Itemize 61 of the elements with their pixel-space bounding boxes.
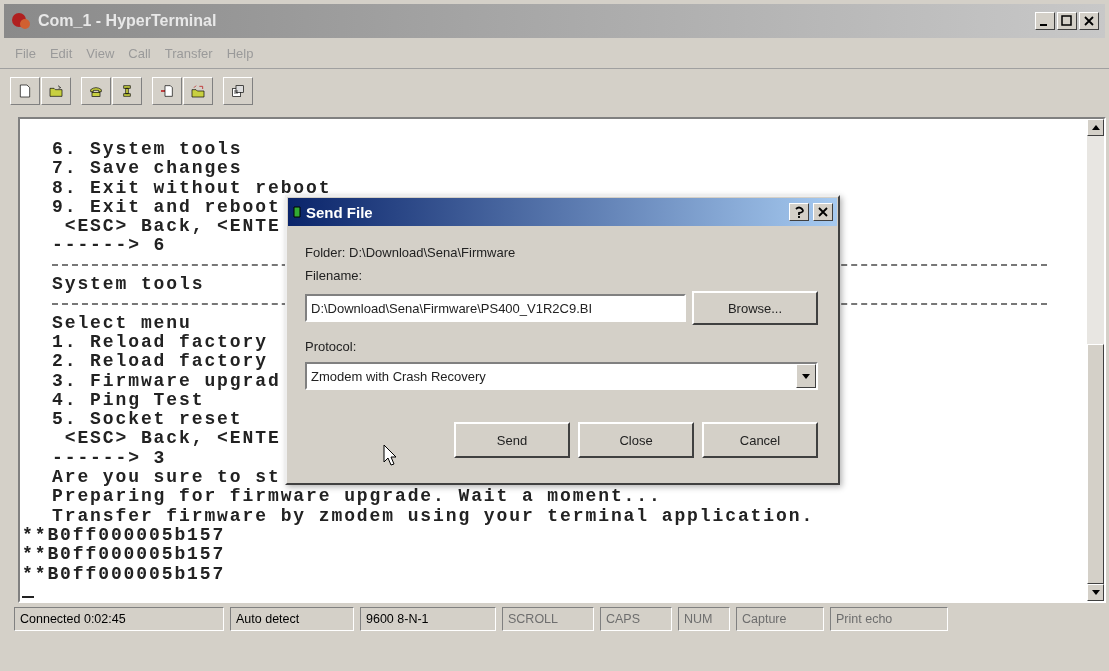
- scroll-thumb[interactable]: [1087, 344, 1104, 584]
- browse-button[interactable]: Browse...: [692, 291, 818, 325]
- window-title: Com_1 - HyperTerminal: [38, 12, 217, 30]
- terminal-line: 5. Socket reset: [51, 410, 243, 430]
- terminal-line: ------> 6: [51, 236, 167, 256]
- status-pane: Print echo: [830, 607, 948, 631]
- terminal-line: Preparing for firmware upgrade. Wait a moment...: [51, 487, 662, 507]
- terminal-line: 4. Ping Test: [51, 390, 205, 411]
- close-icon[interactable]: [813, 203, 833, 221]
- terminal-line: **B0ff000005b157: [21, 545, 226, 565]
- filename-label: Filename:: [305, 268, 364, 283]
- terminal-line: 6. System tools: [51, 140, 243, 160]
- dialog-button[interactable]: Send: [454, 422, 570, 458]
- status-pane: SCROLL: [502, 607, 594, 631]
- terminal-line: 1. Reload factory: [51, 332, 268, 353]
- terminal-line: Are you sure to st: [51, 468, 281, 488]
- scroll-up-icon[interactable]: [1091, 125, 1100, 130]
- protocol-dropdown[interactable]: Zmodem with Crash Recovery: [305, 362, 818, 390]
- help-icon[interactable]: [789, 203, 809, 221]
- scroll-down-icon[interactable]: [1091, 590, 1100, 595]
- terminal-line: 3. Firmware upgrad: [51, 371, 281, 391]
- folder-path: Folder: D:\Download\Sena\Firmware: [305, 245, 517, 260]
- dropdown-arrow-icon[interactable]: [802, 373, 810, 379]
- toolbar-button[interactable]: [81, 77, 111, 105]
- terminal-line: 8. Exit without reboot: [51, 178, 332, 198]
- terminal-line: ------> 3: [51, 448, 167, 469]
- close-icon[interactable]: [1079, 12, 1099, 30]
- toolbar-button[interactable]: [41, 77, 71, 105]
- terminal-line: System tools: [51, 275, 205, 295]
- app-icon: [10, 11, 32, 31]
- mouse-pointer-icon: [383, 444, 397, 466]
- terminal-line: Select menu: [51, 313, 192, 333]
- terminal-line: 2. Reload factory: [51, 352, 268, 372]
- toolbar-button[interactable]: [10, 77, 40, 105]
- dialog-title: Send File: [306, 203, 373, 221]
- protocol-label: Protocol:: [305, 339, 358, 354]
- status-pane: CAPS: [600, 607, 672, 631]
- filename-field[interactable]: D:\Download\Sena\Firmware\PS400_V1R2C9.BI: [305, 294, 686, 322]
- terminal-line: 7. Save changes: [51, 159, 243, 179]
- minimize-icon[interactable]: [1035, 12, 1055, 30]
- terminal-line: **B0ff000005b157: [21, 564, 226, 584]
- terminal-line: <ESC> Back, <ENTE: [63, 217, 281, 237]
- terminal-line: Transfer firmware by zmodem using your terminal application.: [51, 506, 815, 526]
- toolbar-button[interactable]: [112, 77, 142, 105]
- maximize-icon[interactable]: [1057, 12, 1077, 30]
- toolbar-button[interactable]: [152, 77, 182, 105]
- status-pane: Capture: [736, 607, 824, 631]
- scrollbar[interactable]: [1087, 119, 1104, 601]
- terminal-line: 9. Exit and reboot: [51, 197, 281, 218]
- dialog-button[interactable]: Close: [578, 422, 694, 458]
- toolbar-button[interactable]: [183, 77, 213, 105]
- status-pane: Connected 0:02:45: [14, 607, 224, 631]
- terminal-line: **B0ff000005b157: [21, 525, 226, 546]
- status-pane: 9600 8-N-1: [360, 607, 496, 631]
- toolbar-button[interactable]: [223, 77, 253, 105]
- terminal-line: <ESC> Back, <ENTE: [63, 429, 281, 449]
- status-pane: Auto detect: [230, 607, 354, 631]
- status-pane: NUM: [678, 607, 730, 631]
- dialog-button[interactable]: Cancel: [702, 422, 818, 458]
- text-cursor: [22, 595, 34, 598]
- dialog-icon: [292, 205, 302, 219]
